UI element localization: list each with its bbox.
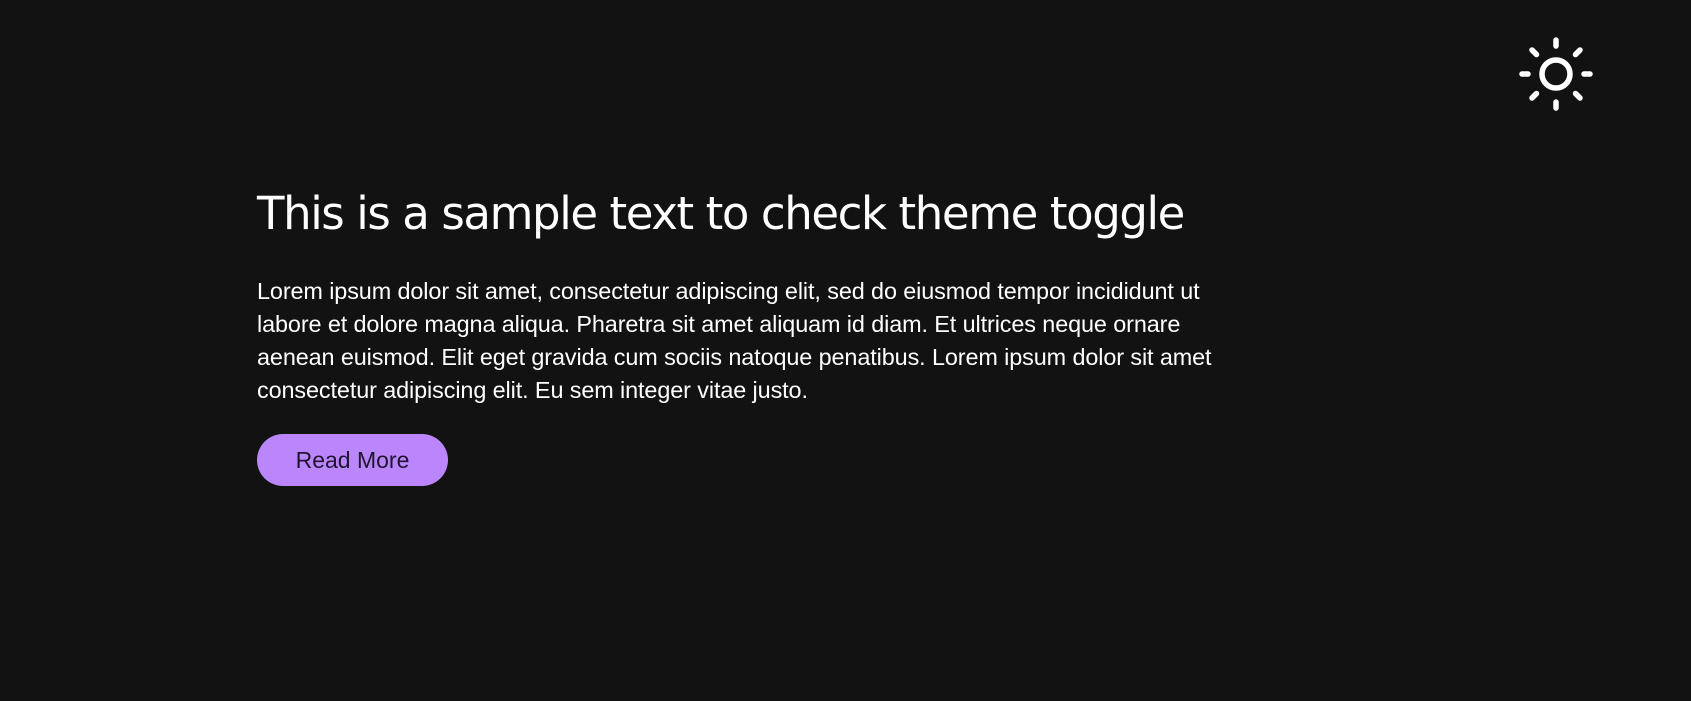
main-content: This is a sample text to check theme tog… [257, 178, 1217, 486]
body-text: Lorem ipsum dolor sit amet, consectetur … [257, 278, 1212, 403]
sun-icon [1519, 37, 1593, 111]
read-more-button[interactable]: Read More [257, 434, 448, 486]
page-title: This is a sample text to check theme tog… [257, 187, 1185, 240]
theme-toggle-button[interactable] [1518, 36, 1594, 112]
